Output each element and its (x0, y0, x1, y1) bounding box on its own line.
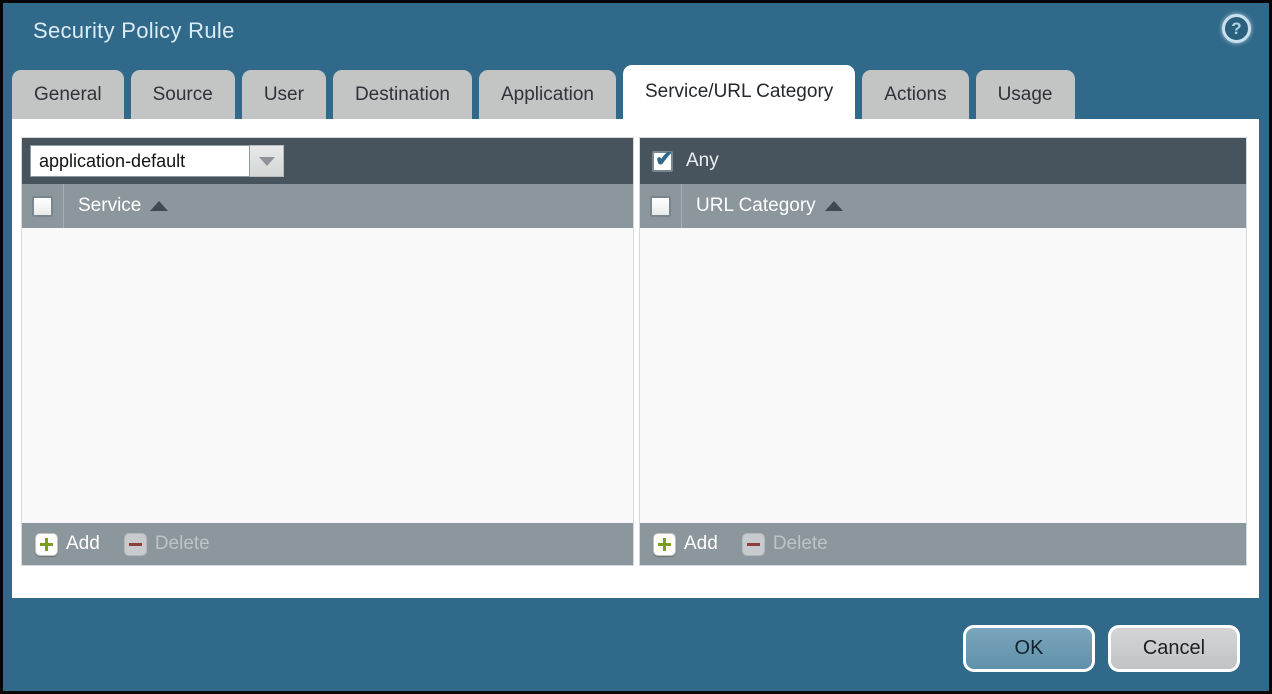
service-panel-footer: Add Delete (22, 523, 633, 565)
url-category-panel-header: Any (640, 138, 1246, 184)
service-type-dropdown-button[interactable] (250, 145, 284, 177)
service-type-combo (30, 145, 284, 177)
add-icon (35, 533, 58, 556)
url-category-select-all-checkbox[interactable] (650, 196, 671, 217)
cancel-button[interactable]: Cancel (1108, 625, 1240, 672)
tab-general[interactable]: General (12, 70, 124, 119)
tab-usage[interactable]: Usage (976, 70, 1075, 119)
any-row: Any (648, 150, 719, 172)
delete-icon (742, 533, 765, 556)
url-category-sort-header[interactable]: URL Category (682, 195, 843, 217)
service-sort-header[interactable]: Service (64, 195, 168, 217)
tab-service-url-category[interactable]: Service/URL Category (623, 65, 855, 119)
panels-container: Service Add Delete (21, 137, 1247, 566)
tab-bar: General Source User Destination Applicat… (12, 65, 1075, 119)
help-icon[interactable]: ? (1222, 14, 1251, 43)
tab-user[interactable]: User (242, 70, 326, 119)
url-category-panel: Any URL Category Add (639, 137, 1247, 566)
delete-button-label: Delete (155, 533, 210, 555)
service-column-header: Service (22, 184, 633, 228)
tab-actions[interactable]: Actions (862, 70, 968, 119)
chevron-down-icon (259, 157, 275, 166)
service-delete-button[interactable]: Delete (124, 533, 210, 556)
service-select-all-cell (22, 184, 64, 228)
service-select-all-checkbox[interactable] (32, 196, 53, 217)
service-type-input[interactable] (30, 145, 250, 177)
url-category-column-header: URL Category (640, 184, 1246, 228)
any-label: Any (686, 150, 719, 172)
tab-destination[interactable]: Destination (333, 70, 472, 119)
sort-ascending-icon (825, 201, 843, 211)
dialog-buttons: OK Cancel (963, 625, 1240, 672)
tab-source[interactable]: Source (131, 70, 235, 119)
tab-application[interactable]: Application (479, 70, 616, 119)
url-category-list (640, 228, 1246, 523)
any-checkbox[interactable] (652, 151, 673, 172)
delete-button-label: Delete (773, 533, 828, 555)
delete-icon (124, 533, 147, 556)
security-policy-rule-dialog: Security Policy Rule ? General Source Us… (0, 0, 1272, 694)
service-column-label: Service (78, 195, 141, 217)
url-category-delete-button[interactable]: Delete (742, 533, 828, 556)
url-category-select-all-cell (640, 184, 682, 228)
page-title: Security Policy Rule (33, 18, 235, 44)
url-category-add-button[interactable]: Add (653, 533, 718, 556)
add-button-label: Add (684, 533, 718, 555)
add-button-label: Add (66, 533, 100, 555)
url-category-panel-footer: Add Delete (640, 523, 1246, 565)
add-icon (653, 533, 676, 556)
ok-button[interactable]: OK (963, 625, 1095, 672)
service-panel: Service Add Delete (21, 137, 634, 566)
url-category-column-label: URL Category (696, 195, 816, 217)
service-add-button[interactable]: Add (35, 533, 100, 556)
service-panel-header (22, 138, 633, 184)
sort-ascending-icon (150, 201, 168, 211)
dialog-body: Service Add Delete (12, 119, 1259, 598)
service-list (22, 228, 633, 523)
